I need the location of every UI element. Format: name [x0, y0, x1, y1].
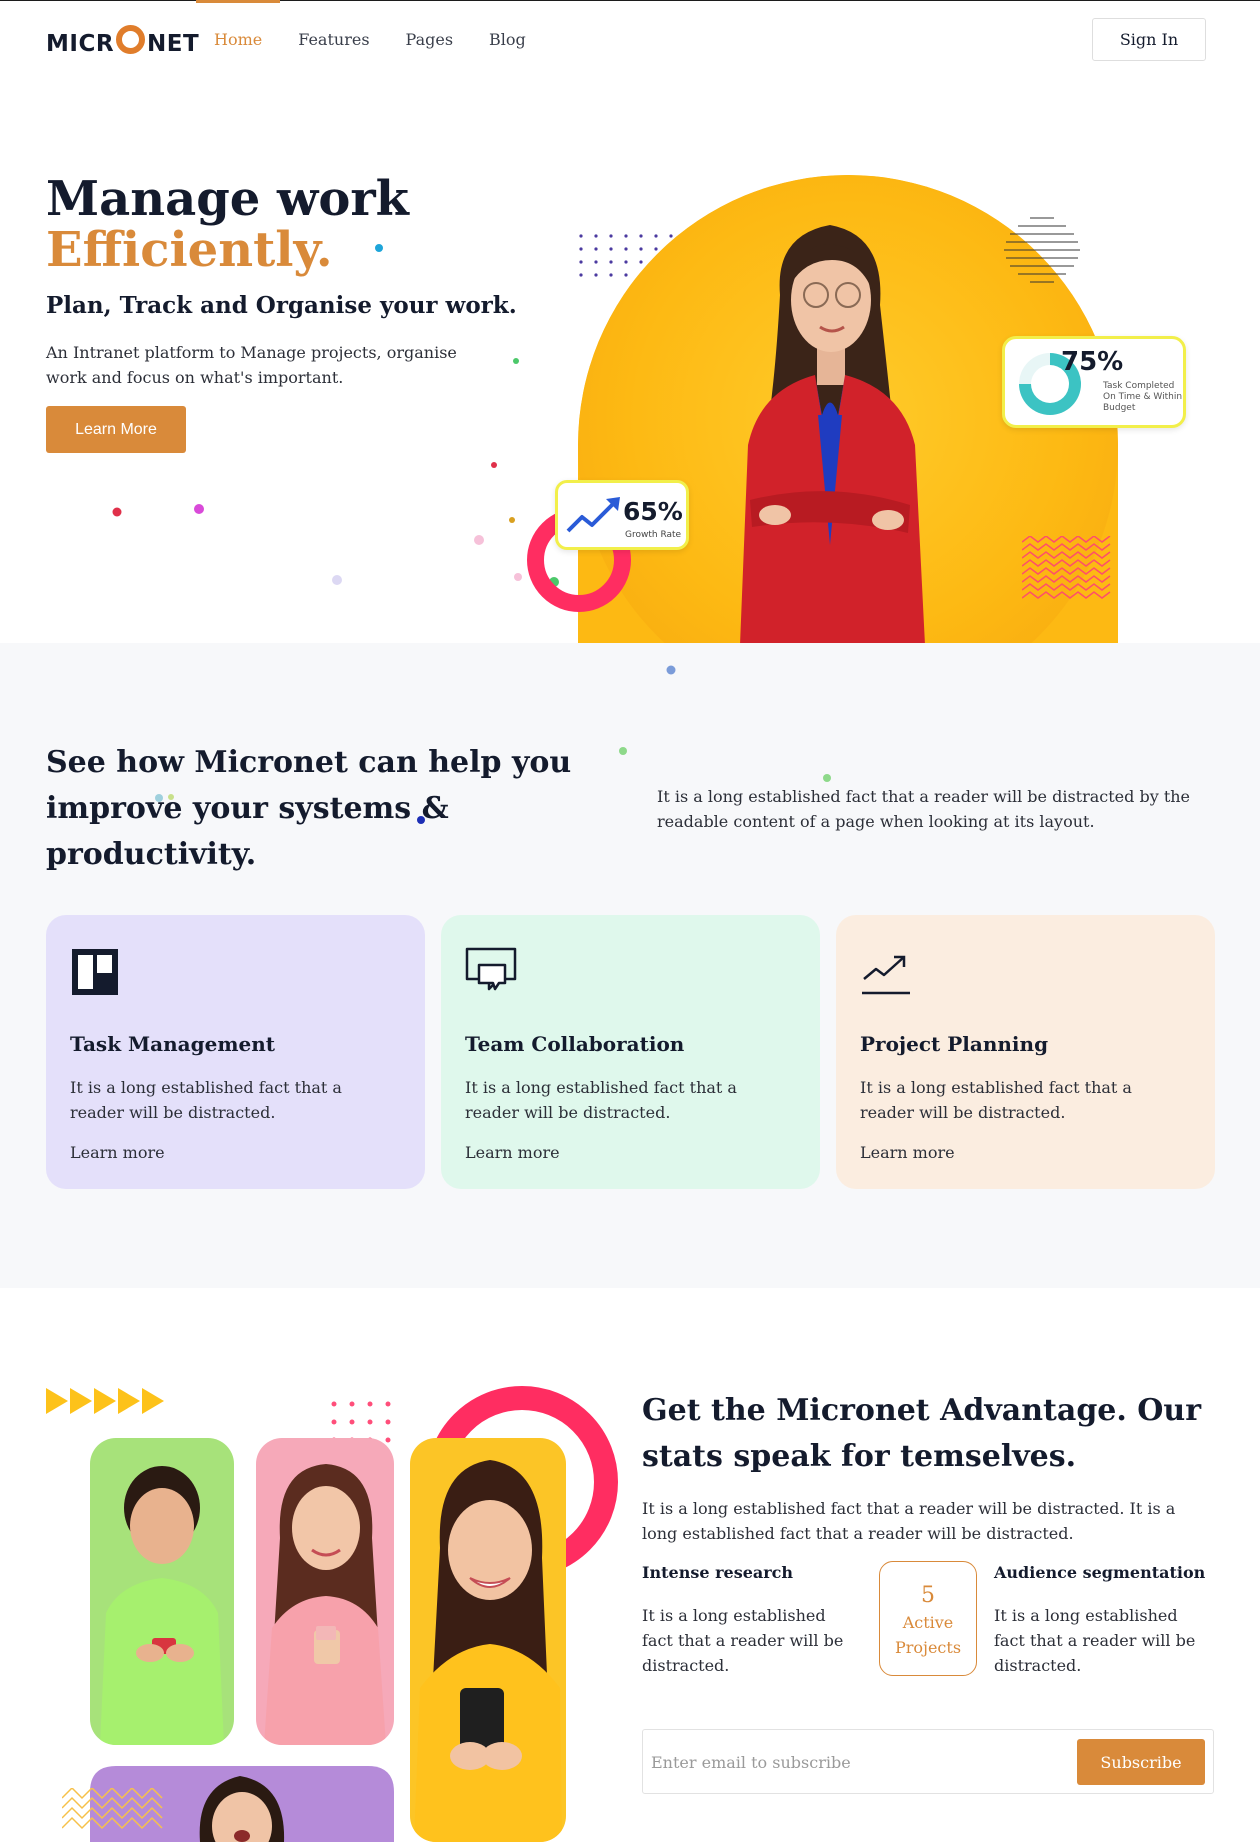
main-nav: Home Features Pages Blog [196, 0, 544, 80]
nav-blog[interactable]: Blog [471, 0, 544, 80]
woman-pink-with-phone-image [256, 1438, 394, 1745]
task-completed-value: 75% [1061, 347, 1124, 377]
features-description: It is a long established fact that a rea… [657, 787, 1191, 831]
card-text: It is a long established fact that a rea… [860, 1078, 1132, 1122]
features-title: See how Micronet can help you improve yo… [46, 745, 572, 872]
nav-features[interactable]: Features [280, 0, 387, 80]
top-border [0, 0, 1260, 1]
logo-o-icon [116, 24, 146, 54]
woman-yellow-with-phone-image [410, 1438, 566, 1842]
hero-woman-image [740, 225, 925, 645]
advantage-title: Get the Micronet Advantage. Our stats sp… [642, 1393, 1202, 1474]
feature-card-task-management: Task Management It is a long established… [46, 915, 425, 1189]
chat-icon [465, 947, 517, 991]
task-completed-caption: Task Completed On Time & Within Budget [1103, 381, 1183, 413]
feature-card-project-planning: Project Planning It is a long establishe… [836, 915, 1215, 1189]
audience-segmentation-text: It is a long established fact that a rea… [994, 1606, 1196, 1675]
email-subscribe-input[interactable] [651, 1740, 1071, 1784]
card-title: Team Collaboration [465, 1032, 685, 1056]
audience-segmentation-title: Audience segmentation [994, 1563, 1206, 1582]
card-text: It is a long established fact that a rea… [465, 1078, 737, 1122]
striped-circle-decoration [1004, 217, 1080, 283]
subscribe-button[interactable]: Subscribe [1077, 1739, 1205, 1785]
task-completed-stat-card: 75% Task Completed On Time & Within Budg… [1002, 336, 1186, 428]
man-with-phone-image [90, 1438, 234, 1745]
nav-home[interactable]: Home [196, 0, 281, 80]
card-title: Task Management [70, 1032, 275, 1056]
card-text: It is a long established fact that a rea… [70, 1078, 342, 1122]
logo[interactable]: MICR NET [46, 24, 199, 64]
growth-rate-caption: Growth Rate [625, 530, 682, 540]
card-learn-more-link[interactable]: Learn more [465, 1143, 560, 1162]
zigzag-decoration [1022, 536, 1111, 599]
logo-text-suffix: NET [147, 31, 200, 57]
board-icon [72, 949, 118, 995]
triangle-arrows-decoration [46, 1388, 164, 1414]
subscribe-form: Subscribe [642, 1729, 1214, 1794]
trend-icon [862, 955, 910, 995]
growth-rate-value: 65% [623, 497, 683, 526]
active-projects-badge: 5 Active Projects [879, 1561, 977, 1676]
card-learn-more-link[interactable]: Learn more [70, 1143, 165, 1162]
card-title: Project Planning [860, 1032, 1049, 1056]
intense-research-text: It is a long established fact that a rea… [642, 1606, 844, 1675]
nav-pages[interactable]: Pages [388, 0, 472, 80]
intense-research-title: Intense research [642, 1563, 794, 1582]
active-projects-label-line1: Active [902, 1613, 954, 1632]
growth-arrow-icon [566, 497, 620, 533]
advantage-description: It is a long established fact that a rea… [642, 1499, 1176, 1543]
card-learn-more-link[interactable]: Learn more [860, 1143, 955, 1162]
yellow-zigzag-decoration [62, 1788, 163, 1830]
active-projects-label-line2: Projects [894, 1638, 962, 1657]
logo-text-prefix: MICR [46, 31, 115, 57]
feature-card-team-collaboration: Team Collaboration It is a long establis… [441, 915, 820, 1189]
sign-in-button[interactable]: Sign In [1092, 18, 1206, 61]
active-projects-number: 5 [921, 1583, 935, 1608]
growth-rate-stat-card: 65% Growth Rate [555, 480, 689, 550]
